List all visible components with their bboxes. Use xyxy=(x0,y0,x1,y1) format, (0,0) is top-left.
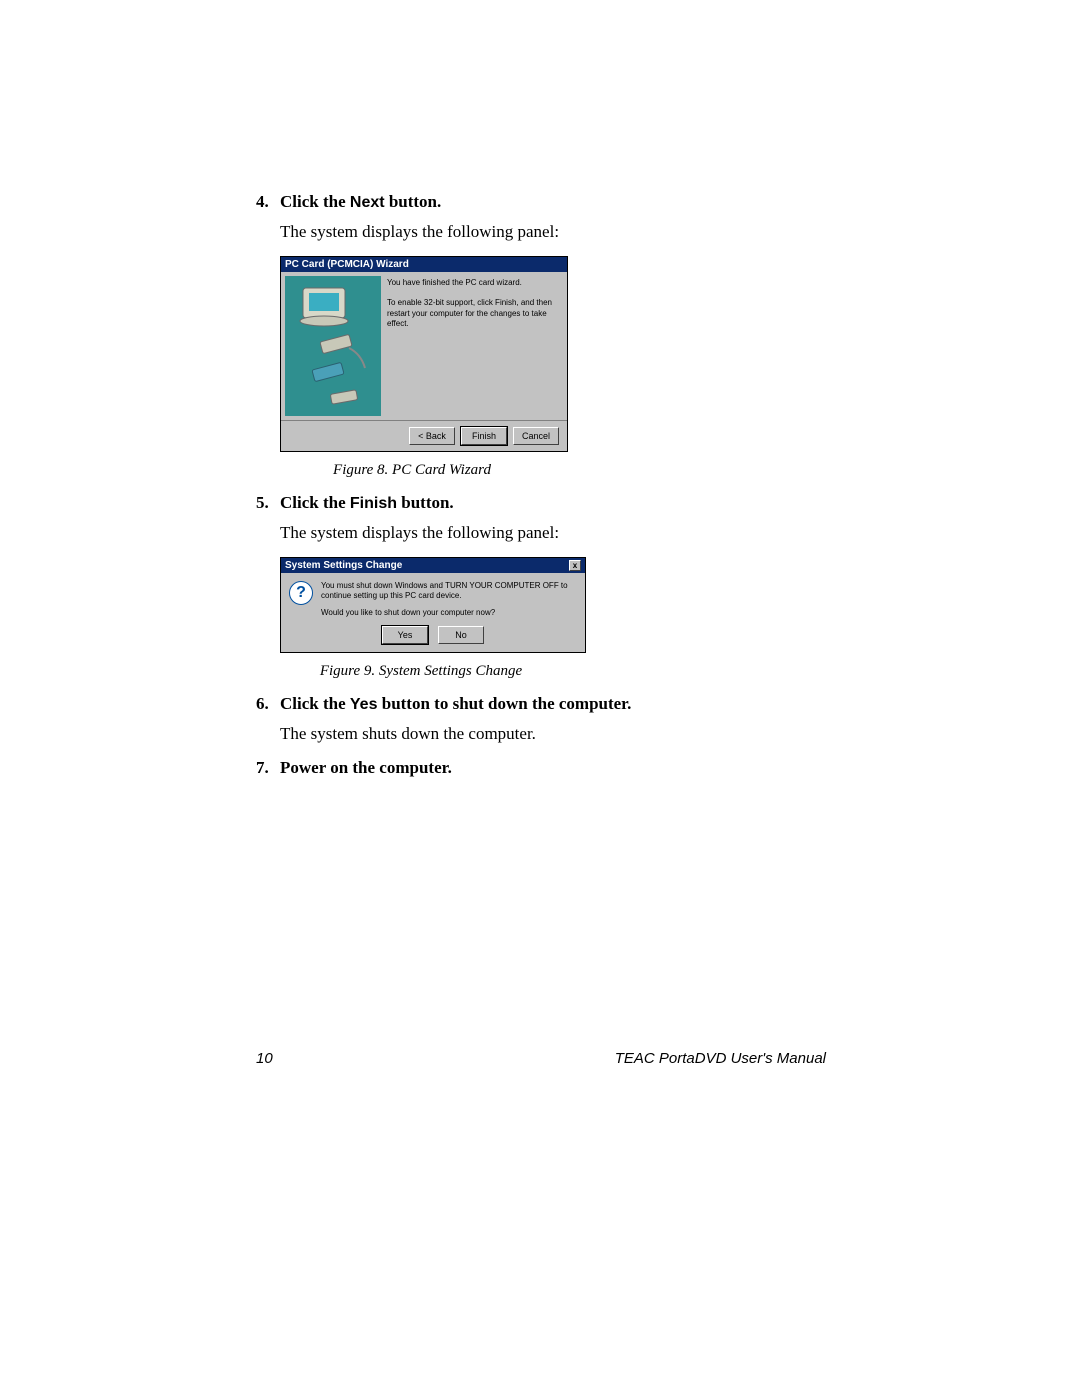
page-content: 4. Click the Next button. The system dis… xyxy=(256,192,826,786)
step-instruction: Click the Finish button. xyxy=(280,493,454,513)
wizard-titlebar: PC Card (PCMCIA) Wizard xyxy=(281,257,567,272)
step-instruction: Click the Yes button to shut down the co… xyxy=(280,694,631,714)
step-instruction: Click the Next button. xyxy=(280,192,441,212)
page-number: 10 xyxy=(256,1050,273,1067)
step-number: 6. xyxy=(256,694,280,714)
system-settings-change-dialog: System Settings Change x ? You must shut… xyxy=(280,557,586,653)
page-footer: 10 TEAC PortaDVD User's Manual xyxy=(256,1050,826,1067)
yes-button[interactable]: Yes xyxy=(382,626,428,644)
wizard-text-line2: To enable 32-bit support, click Finish, … xyxy=(387,298,561,329)
figure-8-caption: Figure 8. PC Card Wizard xyxy=(256,462,568,479)
msgbox-text: You must shut down Windows and TURN YOUR… xyxy=(321,581,577,618)
step-instruction: Power on the computer. xyxy=(280,758,452,778)
question-icon: ? xyxy=(289,581,313,605)
close-icon[interactable]: x xyxy=(569,560,581,571)
cancel-button[interactable]: Cancel xyxy=(513,427,559,445)
pc-card-wizard-dialog: PC Card (PCMCIA) Wizard You have finishe… xyxy=(280,256,568,452)
msgbox-text-line1: You must shut down Windows and TURN YOUR… xyxy=(321,581,577,602)
no-button[interactable]: No xyxy=(438,626,484,644)
step-body: The system displays the following panel: xyxy=(280,222,826,242)
msgbox-titlebar: System Settings Change x xyxy=(281,558,585,573)
wizard-text-line1: You have finished the PC card wizard. xyxy=(387,278,561,288)
step-body: The system shuts down the computer. xyxy=(280,724,826,744)
step-7: 7. Power on the computer. xyxy=(256,758,826,778)
step-4: 4. Click the Next button. The system dis… xyxy=(256,192,826,242)
finish-button[interactable]: Finish xyxy=(461,427,507,445)
step-body: The system displays the following panel: xyxy=(280,523,826,543)
msgbox-title: System Settings Change xyxy=(285,560,402,571)
wizard-illustration xyxy=(285,276,381,416)
step-5: 5. Click the Finish button. The system d… xyxy=(256,493,826,543)
msgbox-text-line2: Would you like to shut down your compute… xyxy=(321,608,577,618)
step-number: 5. xyxy=(256,493,280,513)
figure-9-caption: Figure 9. System Settings Change xyxy=(256,663,586,680)
wizard-button-row: < Back Finish Cancel xyxy=(281,420,567,451)
manual-title: TEAC PortaDVD User's Manual xyxy=(615,1050,826,1067)
step-number: 4. xyxy=(256,192,280,212)
step-number: 7. xyxy=(256,758,280,778)
msgbox-button-row: Yes No xyxy=(281,622,585,652)
wizard-text: You have finished the PC card wizard. To… xyxy=(385,272,567,420)
back-button[interactable]: < Back xyxy=(409,427,455,445)
step-6: 6. Click the Yes button to shut down the… xyxy=(256,694,826,744)
